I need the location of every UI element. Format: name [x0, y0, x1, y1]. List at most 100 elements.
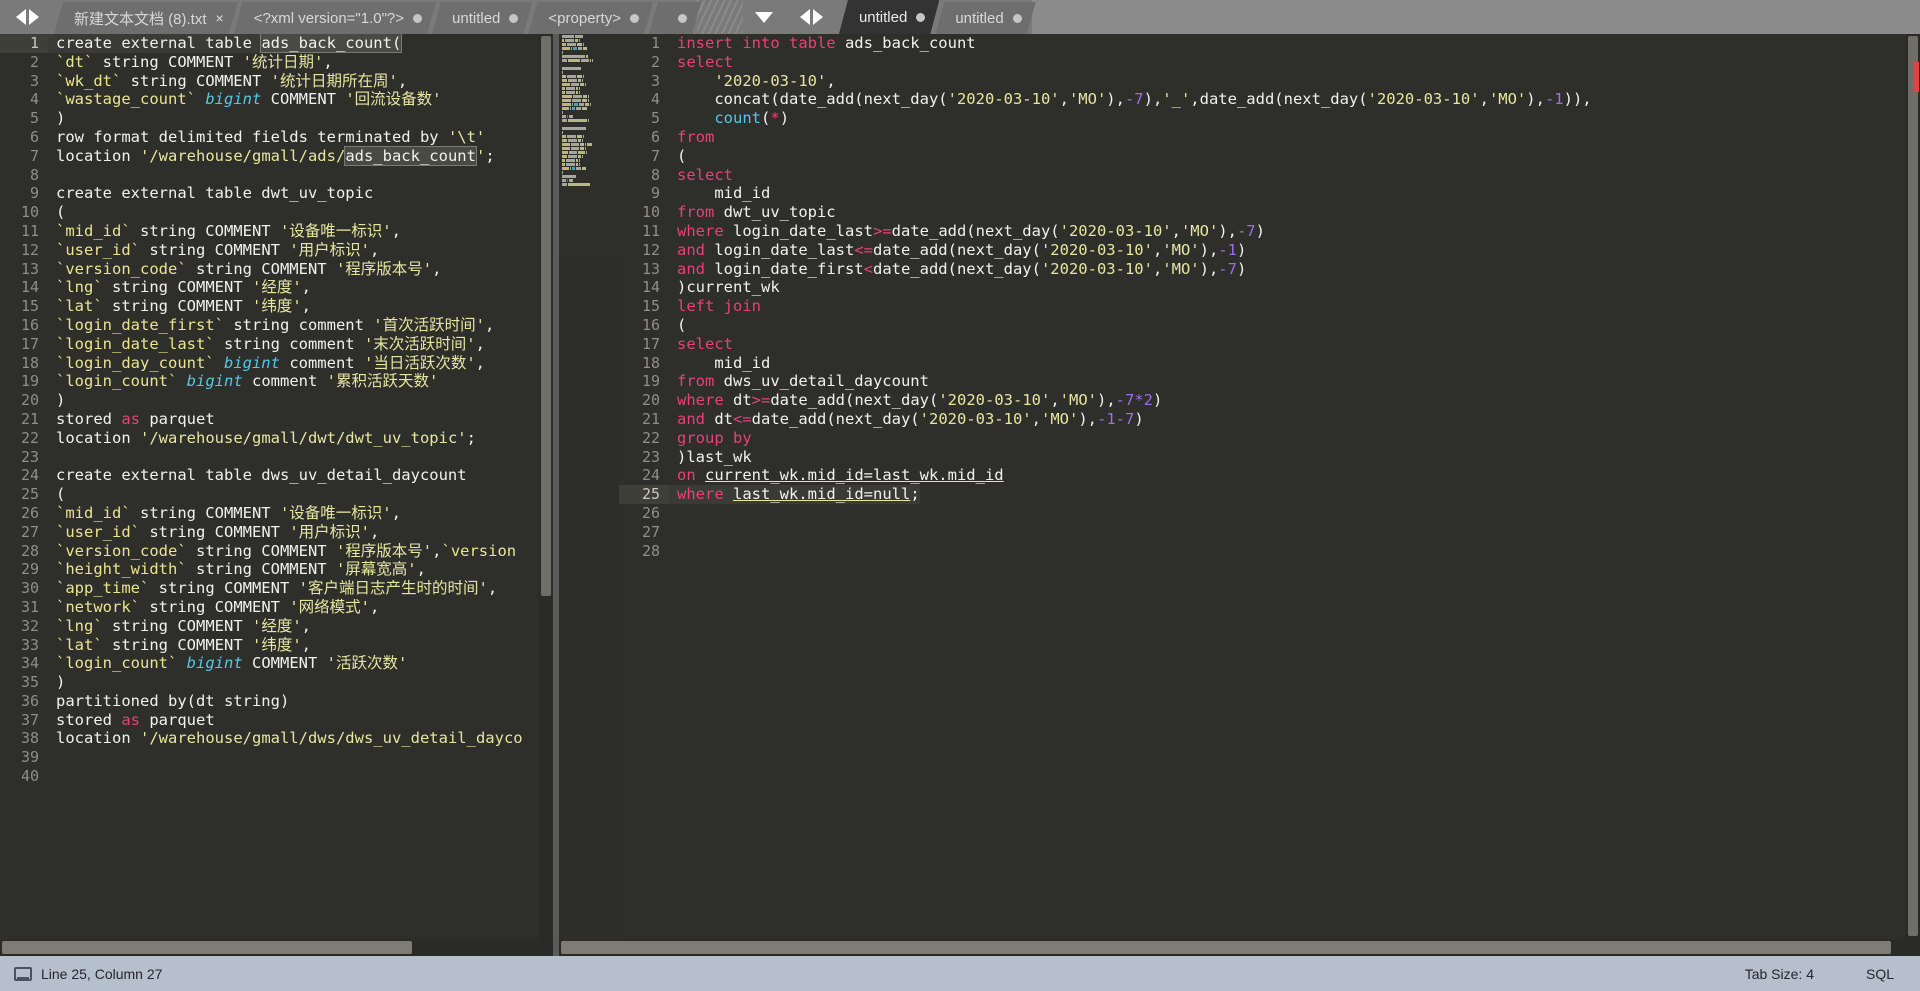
code-text[interactable]: mid_id	[669, 354, 770, 373]
modified-dot-icon[interactable]	[1013, 14, 1022, 23]
code-line[interactable]: 18 mid_id	[619, 354, 1920, 373]
code-text[interactable]	[48, 767, 65, 786]
code-text[interactable]: stored as parquet	[48, 711, 215, 730]
code-line[interactable]: 17 select	[619, 335, 1920, 354]
code-text[interactable]: on current_wk.mid_id=last_wk.mid_id	[669, 466, 1004, 485]
code-text[interactable]: `network` string COMMENT '网络模式',	[48, 598, 379, 617]
code-text[interactable]: `login_day_count` bigint comment '当日活跃次数…	[48, 354, 485, 373]
code-text[interactable]: create external table dwt_uv_topic	[48, 184, 373, 203]
code-line[interactable]: 5 count(*)	[619, 109, 1920, 128]
code-line[interactable]: 15 `lat` string COMMENT '纬度',	[0, 297, 553, 316]
code-line[interactable]: 24 create external table dws_uv_detail_da…	[0, 466, 553, 485]
code-text[interactable]: count(*)	[669, 109, 789, 128]
modified-dot-icon[interactable]	[678, 14, 687, 23]
code-text[interactable]: row format delimited fields terminated b…	[48, 128, 485, 147]
code-line[interactable]: 29 `height_width` string COMMENT '屏幕宽高',	[0, 560, 553, 579]
code-text[interactable]	[669, 504, 686, 523]
code-line[interactable]: 32 `lng` string COMMENT '经度',	[0, 617, 553, 636]
code-text[interactable]	[669, 542, 686, 561]
code-text[interactable]	[48, 748, 65, 767]
code-text[interactable]: '2020-03-10',	[669, 72, 835, 91]
right-tab-0[interactable]: untitled	[839, 0, 939, 34]
arrow-left-icon[interactable]	[15, 9, 26, 25]
code-line[interactable]: 28 `version_code` string COMMENT '程序版本号',…	[0, 542, 553, 561]
code-text[interactable]: `wk_dt` string COMMENT '统计日期所在周',	[48, 72, 407, 91]
code-text[interactable]: concat(date_add(next_day('2020-03-10','M…	[669, 90, 1591, 109]
code-line[interactable]: 35)	[0, 673, 553, 692]
code-line[interactable]: 9 mid_id	[619, 184, 1920, 203]
right-vertical-scrollbar[interactable]	[1906, 34, 1920, 956]
code-line[interactable]: 38 location '/warehouse/gmall/dws/dws_uv_…	[0, 729, 553, 748]
tab-nav-arrows[interactable]	[0, 0, 54, 34]
code-text[interactable]: select	[669, 166, 733, 185]
code-line[interactable]: 8 select	[619, 166, 1920, 185]
code-text[interactable]: and login_date_last<=date_add(next_day('…	[669, 241, 1246, 260]
code-text[interactable]: partitioned by(dt string)	[48, 692, 289, 711]
code-line[interactable]: 8	[0, 166, 553, 185]
code-line[interactable]: 3 '2020-03-10',	[619, 72, 1920, 91]
code-text[interactable]: stored as parquet	[48, 410, 215, 429]
arrow-left-icon[interactable]	[800, 9, 811, 25]
code-text[interactable]: (	[48, 485, 65, 504]
right-horizontal-scrollbar[interactable]	[559, 939, 1920, 956]
tab-list-dropdown[interactable]	[742, 0, 785, 34]
code-line[interactable]: 26 `mid_id` string COMMENT '设备唯一标识',	[0, 504, 553, 523]
code-text[interactable]: `lng` string COMMENT '经度',	[48, 617, 311, 636]
left-tab-4[interactable]	[649, 2, 701, 34]
modified-dot-icon[interactable]	[413, 14, 422, 23]
right-hscroll-thumb[interactable]	[561, 941, 1891, 954]
code-text[interactable]: `version_code` string COMMENT '程序版本号',	[48, 260, 441, 279]
code-line[interactable]: 26	[619, 504, 1920, 523]
tab-size-label[interactable]: Tab Size: 4	[1719, 956, 1840, 991]
code-text[interactable]: group by	[669, 429, 752, 448]
code-text[interactable]: from	[669, 128, 714, 147]
code-line[interactable]: 12 and login_date_last<=date_add(next_day…	[619, 241, 1920, 260]
code-text[interactable]: )	[48, 109, 65, 128]
code-text[interactable]: create external table dws_uv_detail_dayc…	[48, 466, 467, 485]
code-text[interactable]: from dws_uv_detail_daycount	[669, 372, 929, 391]
code-line[interactable]: 7(	[619, 147, 1920, 166]
code-line[interactable]: 2 `dt` string COMMENT '统计日期',	[0, 53, 553, 72]
code-line[interactable]: 11 where login_date_last>=date_add(next_d…	[619, 222, 1920, 241]
code-text[interactable]: `wastage_count` bigint COMMENT '回流设备数'	[48, 90, 442, 109]
code-text[interactable]: `login_date_first` string comment '首次活跃时…	[48, 316, 494, 335]
code-text[interactable]: mid_id	[669, 184, 770, 203]
right-tab-1[interactable]: untitled	[935, 2, 1035, 34]
code-text[interactable]: location '/warehouse/gmall/ads/ads_back_…	[48, 145, 495, 166]
code-text[interactable]: (	[669, 147, 686, 166]
code-text[interactable]: `dt` string COMMENT '统计日期',	[48, 53, 333, 72]
code-line[interactable]: 1 create external table ads_back_count(	[0, 34, 553, 53]
code-line[interactable]: 12 `user_id` string COMMENT '用户标识',	[0, 241, 553, 260]
code-text[interactable]: where login_date_last>=date_add(next_day…	[669, 222, 1265, 241]
code-text[interactable]: where dt>=date_add(next_day('2020-03-10'…	[669, 391, 1162, 410]
code-text[interactable]: `version_code` string COMMENT '程序版本号',`v…	[48, 542, 516, 561]
code-line[interactable]: 40	[0, 767, 553, 786]
code-line[interactable]: 23)last_wk	[619, 448, 1920, 467]
code-text[interactable]: `height_width` string COMMENT '屏幕宽高',	[48, 560, 426, 579]
close-icon[interactable]: ×	[216, 11, 224, 25]
left-tab-1[interactable]: <?xml version="1.0"?>	[234, 2, 436, 34]
code-text[interactable]: `mid_id` string COMMENT '设备唯一标识',	[48, 504, 401, 523]
code-line[interactable]: 4 `wastage_count` bigint COMMENT '回流设备数'	[0, 90, 553, 109]
code-text[interactable]: )	[48, 673, 65, 692]
code-text[interactable]	[48, 448, 65, 467]
code-text[interactable]: `lat` string COMMENT '纬度',	[48, 297, 311, 316]
code-text[interactable]: `login_count` bigint COMMENT '活跃次数'	[48, 654, 407, 673]
code-text[interactable]: insert into table ads_back_count	[669, 34, 976, 53]
code-text[interactable]: )current_wk	[669, 278, 780, 297]
code-line[interactable]: 6 from	[619, 128, 1920, 147]
code-line[interactable]: 28	[619, 542, 1920, 561]
code-line[interactable]: 31 `network` string COMMENT '网络模式',	[0, 598, 553, 617]
code-line[interactable]: 2 select	[619, 53, 1920, 72]
code-line[interactable]: 5)	[0, 109, 553, 128]
code-line[interactable]: 14 `lng` string COMMENT '经度',	[0, 278, 553, 297]
left-tab-2[interactable]: untitled	[432, 2, 532, 34]
code-text[interactable]	[669, 523, 686, 542]
code-line[interactable]: 19 `login_count` bigint comment '累积活跃天数'	[0, 372, 553, 391]
code-line[interactable]: 20)	[0, 391, 553, 410]
code-text[interactable]: `login_count` bigint comment '累积活跃天数'	[48, 372, 438, 391]
code-line[interactable]: 13 `version_code` string COMMENT '程序版本号',	[0, 260, 553, 279]
code-text[interactable]: create external table ads_back_count(	[48, 34, 403, 53]
code-text[interactable]: `user_id` string COMMENT '用户标识',	[48, 523, 379, 542]
code-text[interactable]: where last_wk.mid_id=null;	[669, 485, 920, 504]
